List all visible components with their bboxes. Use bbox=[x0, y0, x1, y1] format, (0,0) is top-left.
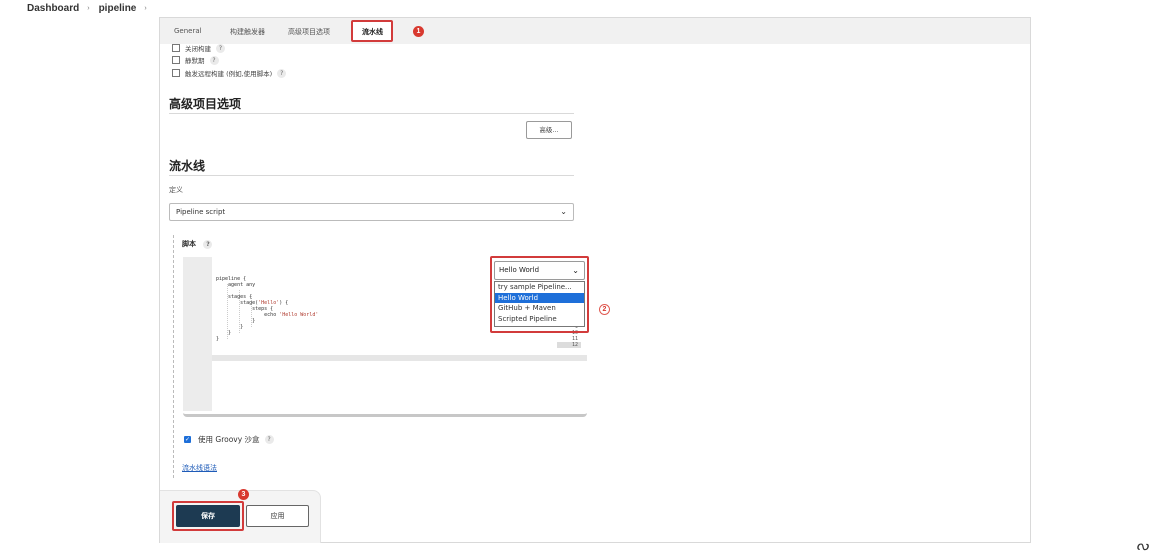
trigger-disable-build[interactable]: 关闭构建 ? bbox=[172, 43, 225, 53]
tab-build-triggers[interactable]: 构建触发器 bbox=[230, 27, 265, 37]
groovy-sandbox-option[interactable]: ✓ 使用 Groovy 沙盒 ? bbox=[184, 434, 274, 445]
code-line: } bbox=[216, 336, 220, 342]
script-label: 脚本 ? bbox=[182, 239, 213, 249]
help-icon[interactable]: ? bbox=[203, 240, 213, 249]
apply-button[interactable]: 应用 bbox=[246, 505, 309, 527]
chevron-right-icon[interactable]: › bbox=[144, 5, 146, 12]
annotation-badge-3: 3 bbox=[238, 489, 249, 500]
chevron-right-icon: › bbox=[87, 4, 90, 12]
trigger-remote-build[interactable]: 触发远程构建 (例如,使用脚本) ? bbox=[172, 68, 287, 78]
tab-advanced-options[interactable]: 高级项目选项 bbox=[288, 27, 330, 37]
help-icon[interactable]: ? bbox=[216, 43, 225, 53]
trigger-quiet-period[interactable]: 静默期 ? bbox=[172, 55, 219, 65]
annotation-badge-1: 1 bbox=[413, 26, 424, 37]
checkbox[interactable] bbox=[172, 44, 180, 52]
divider bbox=[169, 113, 574, 114]
highlight-box-3 bbox=[172, 501, 244, 531]
definition-value: Pipeline script bbox=[176, 208, 226, 216]
checkbox-label: 静默期 bbox=[185, 57, 205, 65]
watermark-icon: ᔓ bbox=[1136, 538, 1149, 554]
config-panel: General 构建触发器 高级项目选项 流水线 1 关闭构建 ? 静默期 ? … bbox=[159, 17, 1031, 543]
section-indent-line bbox=[173, 235, 175, 478]
checkbox-label: 关闭构建 bbox=[185, 45, 211, 53]
config-tabs: General 构建触发器 高级项目选项 流水线 1 bbox=[160, 18, 1030, 44]
checkbox[interactable] bbox=[172, 69, 180, 77]
active-line-highlight bbox=[212, 355, 587, 361]
checkbox-checked-icon[interactable]: ✓ bbox=[184, 436, 191, 443]
groovy-sandbox-label: 使用 Groovy 沙盒 bbox=[198, 435, 260, 444]
section-title-advanced: 高级项目选项 bbox=[169, 97, 242, 111]
tab-pipeline[interactable]: 流水线 bbox=[362, 27, 383, 37]
tab-general[interactable]: General bbox=[174, 27, 202, 35]
pipeline-syntax-link[interactable]: 流水线语法 bbox=[182, 463, 217, 473]
breadcrumb: Dashboard › pipeline › bbox=[27, 1, 156, 15]
divider bbox=[169, 175, 574, 176]
advanced-button[interactable]: 高级... bbox=[526, 121, 572, 139]
breadcrumb-pipeline[interactable]: pipeline bbox=[99, 3, 137, 14]
code-line: agent any bbox=[216, 282, 256, 288]
checkbox-label: 触发远程构建 (例如,使用脚本) bbox=[185, 70, 273, 78]
checkbox[interactable] bbox=[172, 56, 180, 64]
help-icon[interactable]: ? bbox=[209, 55, 219, 65]
line-number: 12 bbox=[557, 342, 581, 348]
section-title-pipeline: 流水线 bbox=[169, 159, 206, 173]
chevron-down-icon: ⌄ bbox=[560, 207, 567, 216]
definition-select[interactable]: Pipeline script ⌄ bbox=[169, 203, 574, 221]
editor-gutter bbox=[183, 257, 212, 411]
help-icon[interactable]: ? bbox=[277, 68, 287, 78]
help-icon[interactable]: ? bbox=[264, 435, 274, 444]
highlight-box-2 bbox=[490, 256, 589, 333]
annotation-badge-2: 2 bbox=[599, 304, 610, 315]
breadcrumb-dashboard[interactable]: Dashboard bbox=[27, 3, 79, 14]
definition-label: 定义 bbox=[169, 186, 183, 194]
